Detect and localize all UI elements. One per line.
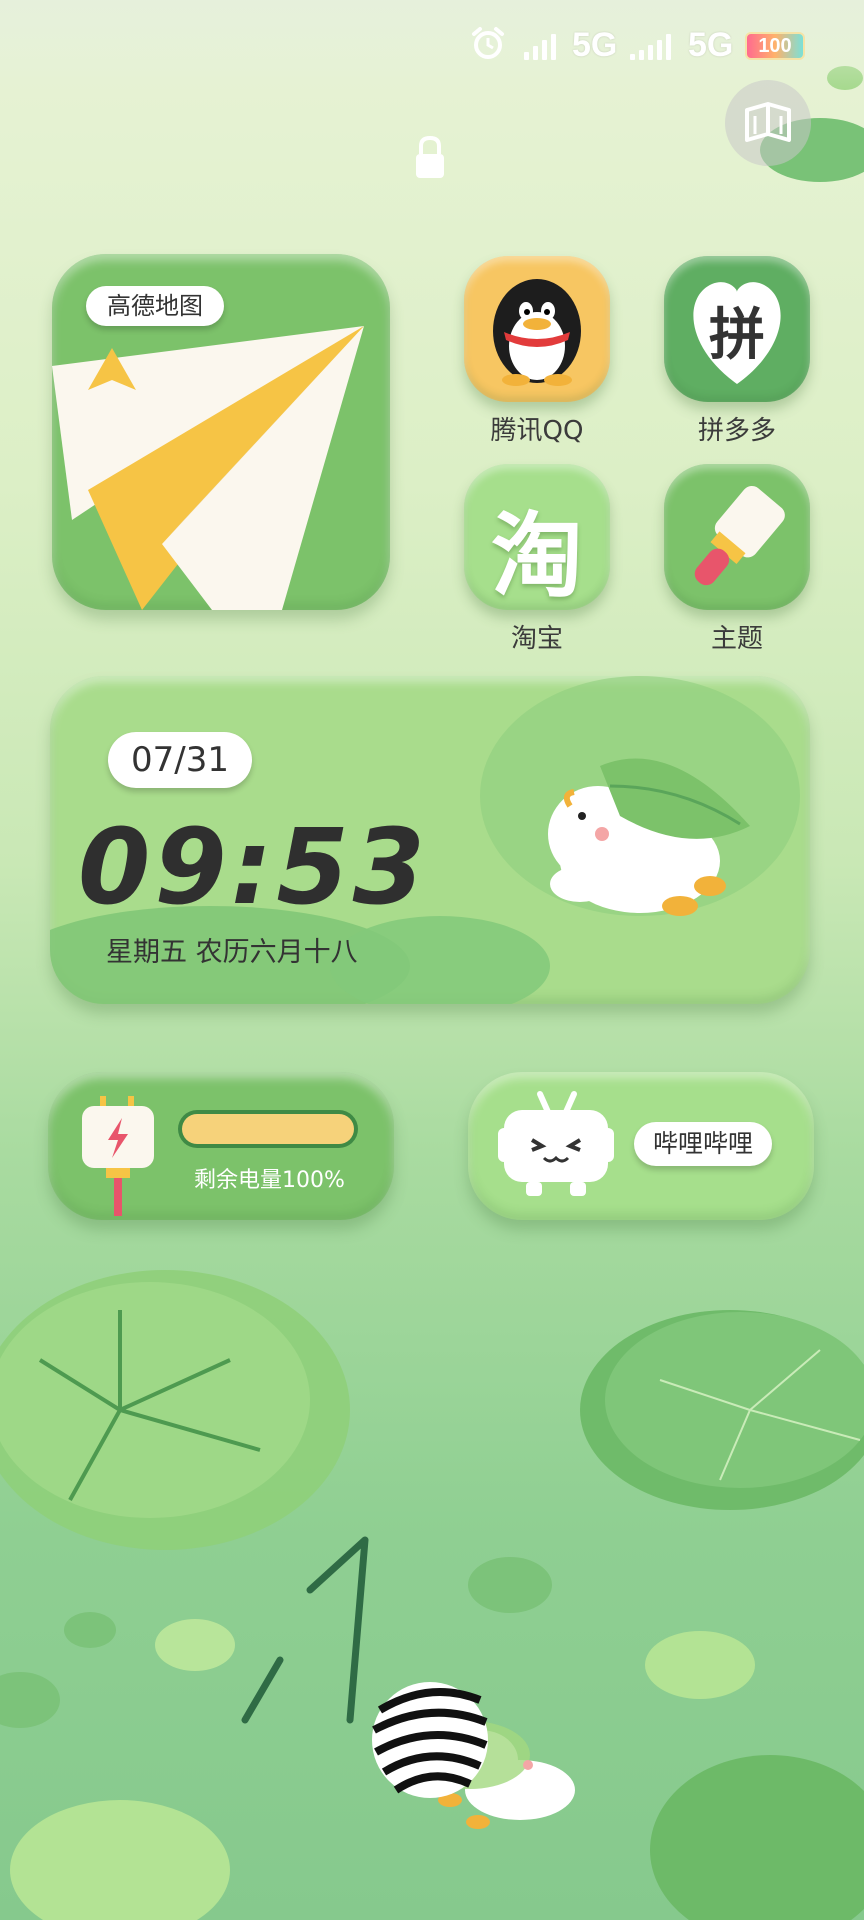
network-type-1: 5G bbox=[572, 26, 618, 64]
battery-progress-track bbox=[178, 1110, 358, 1148]
navigation-arrow-icon bbox=[88, 348, 136, 390]
pinduoduo-app-icon[interactable]: 拼 bbox=[664, 256, 810, 402]
lily-pad-bottom-left bbox=[10, 1800, 230, 1920]
bilibili-tv-icon bbox=[498, 1091, 614, 1196]
battery-level-text: 100 bbox=[758, 35, 792, 57]
reed-stem bbox=[241, 1536, 369, 1724]
amap-widget[interactable]: 高德地图 bbox=[52, 254, 390, 610]
lily-pad-right bbox=[580, 1310, 864, 1510]
lily-pad-small bbox=[155, 1619, 235, 1671]
pinduoduo-app-label: 拼多多 bbox=[697, 416, 776, 446]
taobao-app-label: 淘宝 bbox=[510, 624, 563, 654]
date-weekday-lunar: 星期五 农历六月十八 bbox=[106, 937, 358, 968]
taobao-app-icon[interactable]: 淘 bbox=[464, 464, 610, 610]
clock-time: 09:53 bbox=[78, 806, 430, 928]
bilibili-label: 哔哩哔哩 bbox=[634, 1122, 772, 1166]
striped-ball-decoration bbox=[372, 1682, 488, 1798]
amap-label: 高德地图 bbox=[86, 286, 224, 326]
qq-app-label: 腾讯QQ bbox=[490, 416, 584, 446]
lily-pad-left bbox=[0, 1270, 350, 1550]
book-button[interactable] bbox=[725, 80, 811, 166]
clock-widget[interactable]: 07/31 09:53 星期五 农历六月十八 bbox=[50, 676, 810, 1004]
penguin-icon bbox=[493, 279, 581, 386]
signal-strength-icon bbox=[524, 32, 556, 60]
open-book-icon bbox=[745, 102, 791, 142]
theme-app-label: 主题 bbox=[710, 624, 763, 654]
lily-pad-small bbox=[0, 1672, 60, 1728]
signal-strength-icon bbox=[630, 32, 671, 60]
duck-with-leaf-illustration bbox=[548, 758, 750, 916]
pinduoduo-glyph: 拼 bbox=[709, 303, 765, 368]
lily-pad-small bbox=[64, 1612, 116, 1648]
lock-icon bbox=[416, 135, 444, 178]
charger-plug-icon bbox=[82, 1096, 154, 1216]
battery-indicator: 100 bbox=[745, 32, 805, 60]
qq-app-icon[interactable] bbox=[464, 256, 610, 402]
alarm-icon bbox=[472, 27, 504, 59]
battery-progress-fill bbox=[182, 1114, 354, 1144]
lily-pad-small bbox=[468, 1557, 552, 1613]
bilibili-widget[interactable]: 哔哩哔哩 bbox=[468, 1072, 814, 1220]
theme-app-icon[interactable] bbox=[664, 464, 810, 610]
network-type-2: 5G bbox=[688, 26, 734, 64]
taobao-glyph: 淘 bbox=[490, 503, 583, 610]
date-badge: 07/31 bbox=[108, 732, 252, 788]
paint-brush-icon bbox=[694, 485, 785, 586]
battery-remaining-text: 剩余电量100% bbox=[194, 1168, 345, 1193]
battery-widget[interactable]: 剩余电量100% bbox=[48, 1072, 394, 1220]
lily-pad-small bbox=[645, 1631, 755, 1699]
status-bar bbox=[0, 0, 864, 90]
lily-pad-bottom-right bbox=[650, 1755, 864, 1920]
